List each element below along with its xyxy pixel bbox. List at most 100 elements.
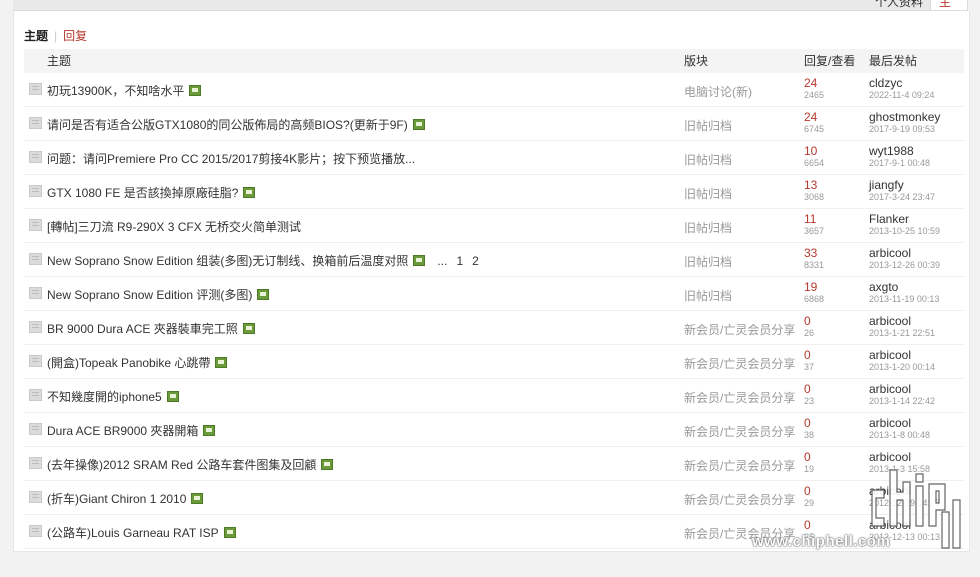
view-count: 26: [804, 328, 815, 338]
col-forum: 版块: [684, 54, 709, 68]
last-post-time[interactable]: 2017-3-24 23:47: [869, 192, 935, 202]
thread-title-link[interactable]: New Soprano Snow Edition 组装(多图)无订制线、换箱前后…: [47, 254, 408, 268]
view-count: 37: [804, 362, 815, 372]
col-stats: 回复/查看: [804, 54, 856, 68]
thread-title-cell: 问题：请问Premiere Pro CC 2015/2017剪接4K影片；按下预…: [47, 150, 415, 167]
last-post-time[interactable]: 2013-11-19 00:13: [869, 294, 939, 304]
last-poster-link[interactable]: arbicool: [869, 246, 911, 260]
last-post-time[interactable]: 2017-9-1 00:48: [869, 158, 930, 168]
last-post-time[interactable]: 2013-1-8 00:48: [869, 430, 930, 440]
reply-count[interactable]: 0: [804, 348, 811, 362]
forum-link[interactable]: 旧帖归档: [684, 185, 732, 202]
page-link[interactable]: 2: [472, 254, 479, 268]
last-poster-link[interactable]: axgto: [869, 280, 898, 294]
thread-title-cell: 不知幾度開的iphone5: [47, 388, 179, 405]
thread-title-cell: Dura ACE BR9000 夾器開箱: [47, 422, 216, 439]
tab-profile[interactable]: 个人资料: [875, 0, 923, 10]
thread-title-link[interactable]: (開盒)Topeak Panobike 心跳帶: [47, 356, 210, 370]
table-row: 请问是否有适合公版GTX1080的同公版佈局的高频BIOS?(更新于9F) 旧帖归…: [24, 107, 964, 141]
forum-link[interactable]: 新会员/亡灵会员分享: [684, 321, 795, 338]
thread-title-link[interactable]: (去年操像)2012 SRAM Red 公路车套件图集及回顧: [47, 458, 316, 472]
thread-title-link[interactable]: 请问是否有适合公版GTX1080的同公版佈局的高频BIOS?(更新于9F): [47, 118, 408, 132]
folder-icon: [29, 287, 42, 299]
thread-title-link[interactable]: (折车)Giant Chiron 1 2010: [47, 492, 186, 506]
thread-title-link[interactable]: New Soprano Snow Edition 评测(多图): [47, 288, 252, 302]
last-post-time[interactable]: 2013-10-25 10:59: [869, 226, 940, 236]
thread-title-link[interactable]: [轉帖]三刀流 R9-290X 3 CFX 无桥交火简单测试: [47, 220, 301, 234]
forum-link[interactable]: 新会员/亡灵会员分享: [684, 423, 795, 440]
forum-link[interactable]: 旧帖归档: [684, 253, 732, 270]
forum-link[interactable]: 旧帖归档: [684, 151, 732, 168]
folder-icon: [29, 423, 42, 435]
page-link: ...: [437, 254, 448, 268]
last-poster-link[interactable]: arbicool: [869, 314, 911, 328]
folder-icon: [29, 253, 42, 265]
folder-icon: [29, 457, 42, 469]
table-row: 初玩13900K，不知啥水平 电脑讨论(新) 24 2465 cldzyc 2022-11…: [24, 73, 964, 107]
thread-title-cell: 初玩13900K，不知啥水平: [47, 82, 202, 99]
reply-count[interactable]: 0: [804, 416, 811, 430]
last-post-time[interactable]: 2022-11-4 09:24: [869, 90, 934, 100]
thread-title-cell: (公路车)Louis Garneau RAT ISP: [47, 524, 236, 541]
reply-count[interactable]: 10: [804, 144, 817, 158]
forum-link[interactable]: 旧帖归档: [684, 219, 732, 236]
forum-link[interactable]: 旧帖归档: [684, 117, 732, 134]
subnav: 主题 | 回复: [24, 27, 87, 44]
last-poster-link[interactable]: jiangfy: [869, 178, 904, 192]
reply-count[interactable]: 24: [804, 76, 817, 90]
thread-title-link[interactable]: 初玩13900K，不知啥水平: [47, 84, 184, 98]
reply-count[interactable]: 11: [804, 212, 816, 226]
last-poster-link[interactable]: wyt1988: [869, 144, 914, 158]
last-poster-link[interactable]: cldzyc: [869, 76, 902, 90]
image-attachment-icon: [223, 527, 236, 538]
folder-icon: [29, 525, 42, 537]
view-count: 23: [804, 396, 815, 406]
forum-link[interactable]: 旧帖归档: [684, 287, 732, 304]
thread-title-cell: (去年操像)2012 SRAM Red 公路车套件图集及回顧: [47, 456, 334, 473]
table-row: New Soprano Snow Edition 组装(多图)无订制线、换箱前后…: [24, 243, 964, 277]
page-link[interactable]: 1: [456, 254, 463, 268]
forum-link[interactable]: 电脑讨论(新): [684, 83, 752, 100]
tab-topics[interactable]: 主题: [930, 0, 968, 10]
reply-count[interactable]: 33: [804, 246, 817, 260]
thread-title-link[interactable]: BR 9000 Dura ACE 夾器裝車完工照: [47, 322, 238, 336]
reply-count[interactable]: 24: [804, 110, 817, 124]
last-poster-link[interactable]: arbicool: [869, 348, 911, 362]
reply-count[interactable]: 13: [804, 178, 817, 192]
reply-count[interactable]: 19: [804, 280, 817, 294]
last-poster-link[interactable]: ghostmonkey: [869, 110, 940, 124]
thread-title-cell: New Soprano Snow Edition 组装(多图)无订制线、换箱前后…: [47, 252, 479, 269]
last-post-time[interactable]: 2013-1-14 22:42: [869, 396, 935, 406]
view-count: 8331: [804, 260, 825, 270]
table-row: BR 9000 Dura ACE 夾器裝車完工照 新会员/亡灵会员分享 0 26 arb…: [24, 311, 964, 345]
reply-count[interactable]: 0: [804, 314, 811, 328]
thread-title-link[interactable]: (公路车)Louis Garneau RAT ISP: [47, 526, 219, 540]
forum-link[interactable]: 新会员/亡灵会员分享: [684, 355, 795, 372]
thread-title-link[interactable]: 不知幾度開的iphone5: [47, 390, 162, 404]
thread-title-link[interactable]: Dura ACE BR9000 夾器開箱: [47, 424, 198, 438]
last-post-time[interactable]: 2017-9-19 09:53: [869, 124, 935, 134]
table-row: Dura ACE BR9000 夾器開箱 新会员/亡灵会员分享 0 38 arbicoo…: [24, 413, 964, 447]
folder-icon: [29, 117, 42, 129]
last-post-time[interactable]: 2013-1-20 00:14: [869, 362, 935, 372]
subnav-separator: |: [54, 29, 58, 43]
thread-title-link[interactable]: 问题：请问Premiere Pro CC 2015/2017剪接4K影片；按下预…: [47, 152, 415, 166]
image-attachment-icon: [413, 255, 426, 266]
reply-count[interactable]: 0: [804, 382, 811, 396]
thread-title-link[interactable]: GTX 1080 FE 是否該換掉原廠硅脂?: [47, 186, 238, 200]
last-post-time[interactable]: 2013-12-26 00:39: [869, 260, 940, 270]
thread-title-cell: GTX 1080 FE 是否該換掉原廠硅脂?: [47, 184, 256, 201]
folder-icon: [29, 389, 42, 401]
last-poster-link[interactable]: arbicool: [869, 382, 911, 396]
last-post-time[interactable]: 2013-1-21 22:51: [869, 328, 935, 338]
forum-link[interactable]: 新会员/亡灵会员分享: [684, 389, 795, 406]
last-poster-link[interactable]: Flanker: [869, 212, 909, 226]
image-attachment-icon: [215, 357, 228, 368]
image-attachment-icon: [242, 323, 255, 334]
subnav-topics[interactable]: 主题: [24, 29, 48, 43]
image-attachment-icon: [243, 187, 256, 198]
last-poster-link[interactable]: arbicool: [869, 416, 911, 430]
folder-icon: [29, 219, 42, 231]
view-count: 2465: [804, 90, 825, 100]
subnav-replies[interactable]: 回复: [63, 29, 87, 43]
